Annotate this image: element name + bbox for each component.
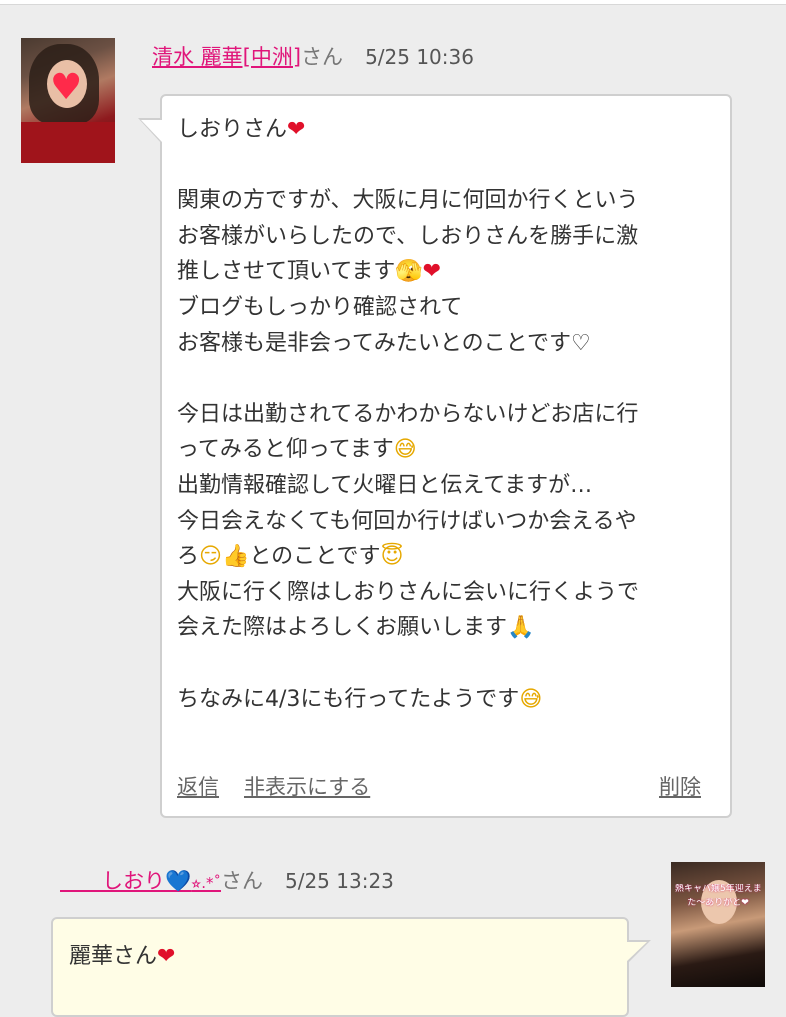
message-line: 会えた際はよろしくお願いします🙏 xyxy=(177,615,535,641)
sender-name-link[interactable]: 清水 麗華[中洲] xyxy=(152,45,301,69)
message-line: お客様も是非会ってみたいとのことです♡ xyxy=(177,330,591,356)
reply-bubble-tail-inner xyxy=(626,942,647,962)
smirk-thumbsup-emoji-icon: 😏👍 xyxy=(199,544,250,570)
heart-emoji-icon: ❤ xyxy=(157,944,176,969)
reply-sender-name-link[interactable]: しおり💙⭐︎.*˚ xyxy=(60,869,221,893)
heart-emoji-icon: ❤ xyxy=(287,117,306,142)
blue-heart-icon: 💙 xyxy=(165,869,192,893)
peek-heart-emoji-icon: 🫣❤ xyxy=(395,259,442,285)
avatar-dress xyxy=(21,122,115,163)
message-body: しおりさん❤ 関東の方ですが、大阪に月に何回か行くという お客様がいらしたので、… xyxy=(177,112,717,717)
hide-link[interactable]: 非表示にする xyxy=(244,772,370,802)
message-line: 今日会えなくても何回か行けばいつか会えるや xyxy=(177,508,637,534)
message-line: ブログもしっかり確認されて xyxy=(177,294,463,320)
halo-emoji-icon: 😇 xyxy=(380,544,404,570)
message-line: ってみると仰ってます😅 xyxy=(177,437,417,463)
delete-link[interactable]: 削除 xyxy=(659,772,701,802)
sparkle-deco: ⭐︎.*˚ xyxy=(191,874,221,892)
reply-sender-avatar[interactable]: 熱キャバ嬢5年迎えまし た〜ありがと❤ xyxy=(671,862,765,987)
message-line xyxy=(177,646,717,682)
reply-timestamp: 5/25 13:23 xyxy=(284,869,394,893)
pray-emoji-icon: 🙏 xyxy=(507,615,535,641)
reply-link[interactable]: 返信 xyxy=(177,772,219,802)
message-line xyxy=(177,361,717,397)
message-line: お客様がいらしたので、しおりさんを勝手に激 xyxy=(177,223,639,249)
message-line: しおりさん❤ xyxy=(177,117,306,142)
bubble-tail-inner xyxy=(141,120,162,142)
reply-body: 麗華さん❤ xyxy=(69,944,176,969)
reply-header: しおり💙⭐︎.*˚さん 5/25 13:23 xyxy=(60,868,394,894)
message-line: 推しさせて頂いてます🫣❤ xyxy=(177,259,442,285)
message-actions: 返信 非表示にする 削除 xyxy=(177,772,701,802)
top-divider xyxy=(0,0,786,5)
message-line: 大阪に行く際はしおりさんに会いに行くようで xyxy=(177,579,640,605)
reply-sender-suffix: さん xyxy=(220,869,263,893)
message-line: ちなみに4/3にも行ってたようです😅 xyxy=(177,686,543,712)
message-header: 清水 麗華[中洲]さん 5/25 10:36 xyxy=(152,44,474,70)
message-line: 今日は出勤されてるかわからないけどお店に行 xyxy=(177,401,639,427)
avatar-banner-text: 熱キャバ嬢5年迎えまし xyxy=(675,884,761,894)
message-line: 出勤情報確認して火曜日と伝えてますが… xyxy=(177,472,593,498)
sender-suffix: さん xyxy=(301,45,344,69)
message-line xyxy=(177,148,717,184)
heart-sticker-icon: ♥ xyxy=(50,67,83,108)
sweat-smile-emoji-icon: 😅 xyxy=(519,686,543,712)
sender-avatar[interactable]: ♥ xyxy=(21,38,115,163)
message-timestamp: 5/25 10:36 xyxy=(365,45,474,69)
avatar-banner-text: た〜ありがと❤ xyxy=(687,898,749,908)
message-line: ろ😏👍とのことです😇 xyxy=(177,544,404,570)
message-line: 関東の方ですが、大阪に月に何回か行くという xyxy=(177,188,639,214)
sweat-smile-emoji-icon: 😅 xyxy=(393,437,417,463)
